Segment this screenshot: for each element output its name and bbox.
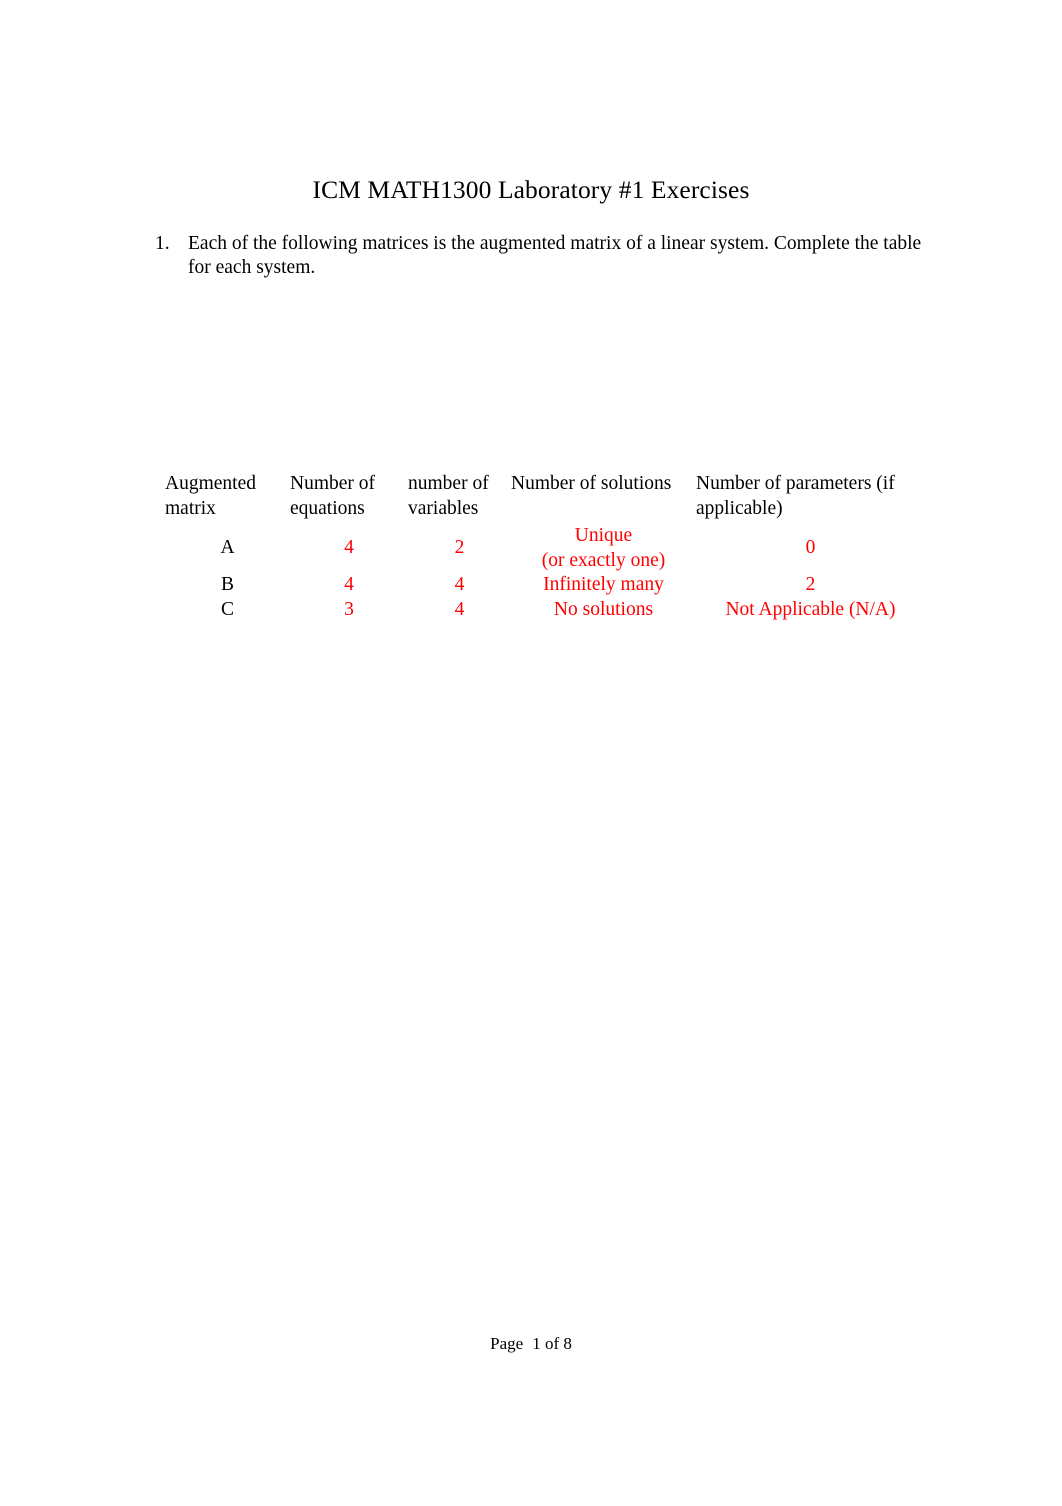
cell-number-of-variables: 4: [454, 599, 465, 621]
cell-number-of-solutions: Infinitely many: [543, 574, 664, 596]
column-header-number-of-solutions: Number of solutions: [511, 472, 696, 524]
column-header-augmented-matrix-label: Augmented matrix: [165, 473, 256, 519]
column-header-augmented-matrix: Augmented matrix: [165, 472, 290, 524]
cell-number-of-solutions-line2: (or exactly one): [541, 549, 666, 571]
footer-page-word: Page: [490, 1334, 524, 1353]
cell-number-of-equations: 3: [344, 599, 354, 621]
table-header-row: Augmented matrix Number of equations num…: [165, 472, 925, 524]
footer-page-number: 1 of 8: [532, 1334, 572, 1353]
cell-number-of-parameters: 0: [805, 537, 816, 559]
answers-table: Augmented matrix Number of equations num…: [165, 472, 925, 623]
table-row: A 4 2 Unique (or exactly one) 0: [165, 524, 925, 573]
cell-number-of-solutions-line1: Unique: [574, 525, 633, 546]
cell-matrix-name: B: [220, 574, 234, 596]
cell-number-of-equations: 4: [344, 537, 354, 559]
column-header-number-of-equations-label: Number of equations: [290, 473, 376, 519]
column-header-number-of-variables-label: number of variables: [408, 473, 489, 519]
cell-number-of-parameters: Not Applicable (N/A): [725, 599, 896, 621]
table-row: B 4 4 Infinitely many 2: [165, 573, 925, 598]
exercise-item-1: 1. Each of the following matrices is the…: [155, 232, 945, 279]
document-page: ICM MATH1300 Laboratory #1 Exercises 1. …: [0, 0, 1062, 1506]
column-header-number-of-parameters-label: Number of parameters (if applicable): [696, 473, 895, 519]
page-footer: Page 1 of 8: [0, 1334, 1062, 1354]
page-title: ICM MATH1300 Laboratory #1 Exercises: [312, 175, 750, 204]
column-header-number-of-parameters: Number of parameters (if applicable): [696, 472, 925, 524]
column-header-number-of-solutions-label: Number of solutions: [511, 473, 672, 494]
cell-number-of-variables: 2: [454, 537, 465, 559]
cell-number-of-solutions: Unique (or exactly one): [511, 524, 696, 573]
exercise-number: 1.: [155, 233, 170, 254]
cell-number-of-parameters: 2: [805, 574, 816, 596]
column-header-number-of-variables: number of variables: [408, 472, 511, 524]
exercise-text: Each of the following matrices is the au…: [188, 233, 922, 278]
table-row: C 3 4 No solutions Not Applicable (N/A): [165, 598, 925, 623]
cell-number-of-solutions: No solutions: [553, 599, 654, 621]
cell-matrix-name: A: [220, 537, 235, 559]
cell-number-of-equations: 4: [344, 574, 354, 596]
cell-matrix-name: C: [220, 599, 234, 621]
cell-number-of-variables: 4: [454, 574, 465, 596]
column-header-number-of-equations: Number of equations: [290, 472, 408, 524]
